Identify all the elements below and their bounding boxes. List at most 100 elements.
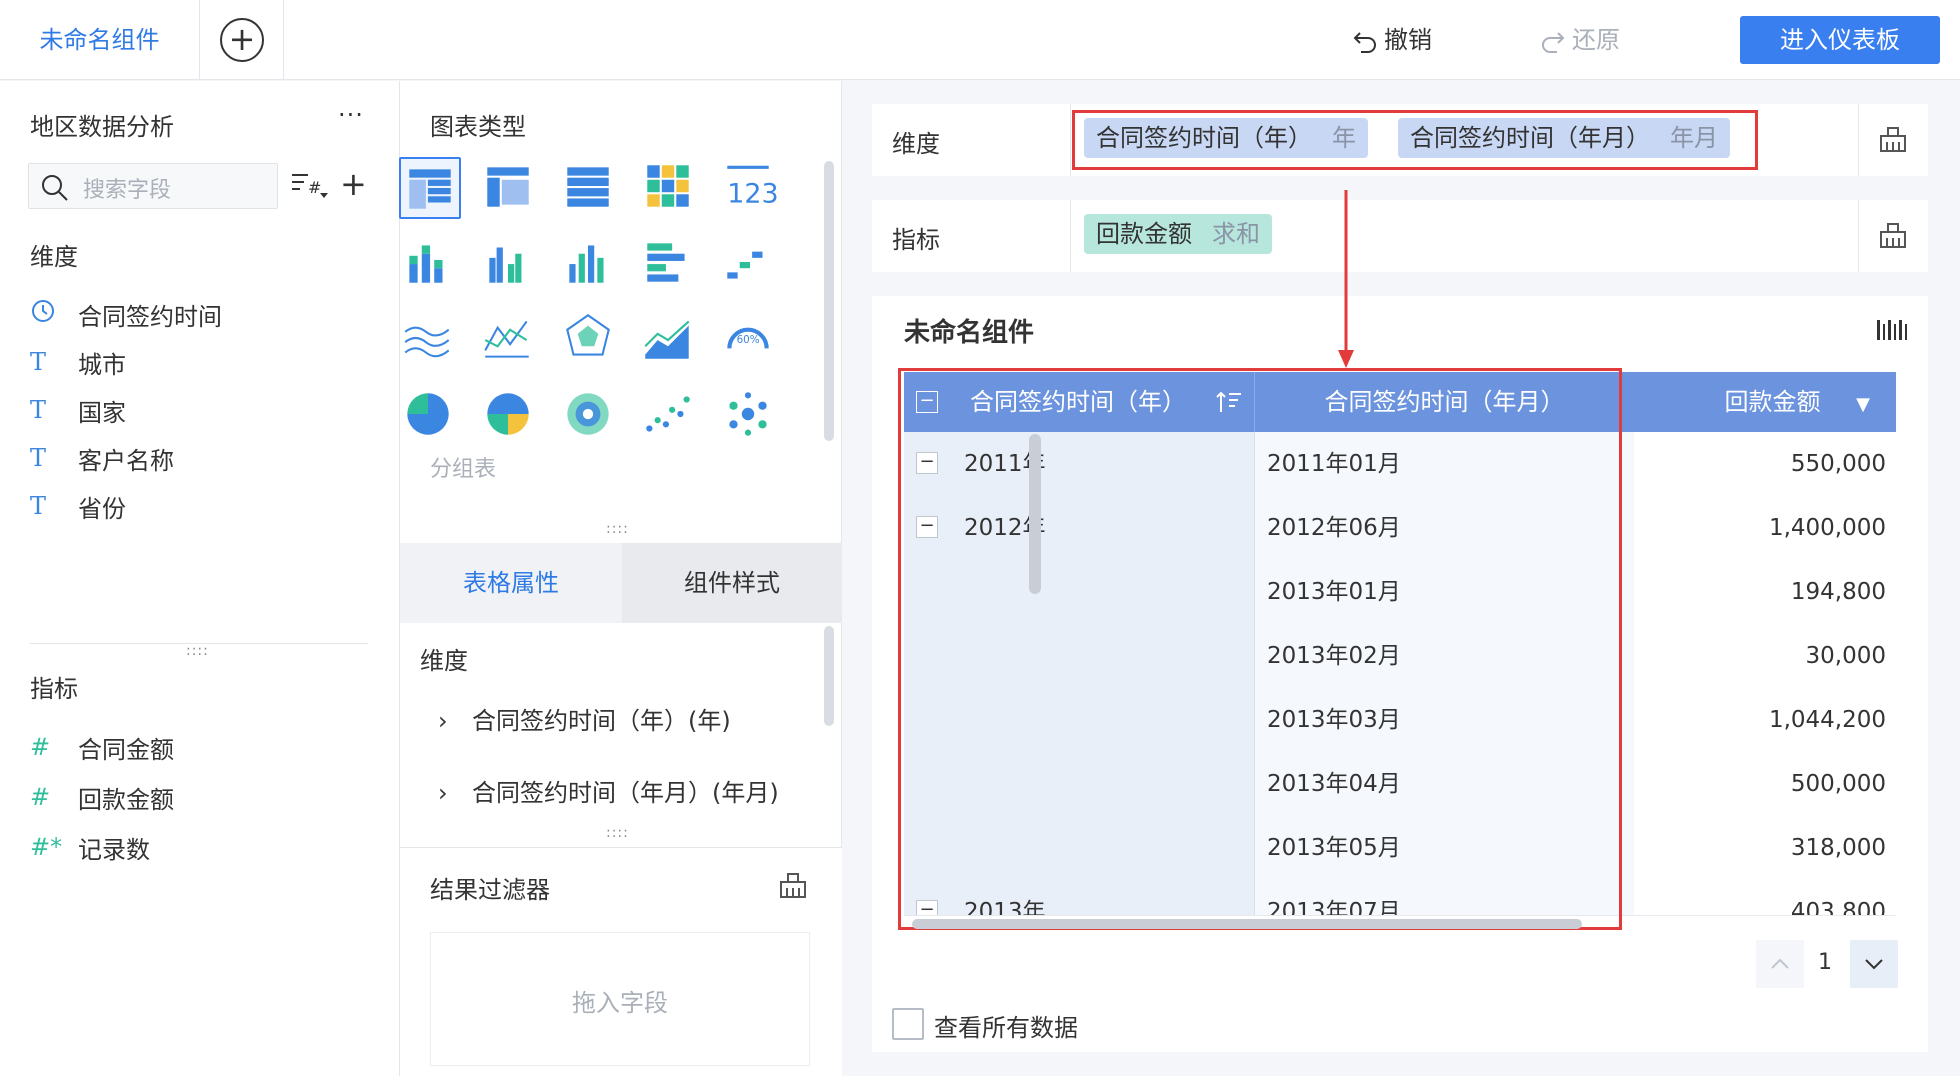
field-panel: 地区数据分析 ··· 搜索字段 # + 维度 合同签约时间 T 城市 T 国家 T客… — [0, 81, 400, 1076]
field-item[interactable]: # 合同金额 — [30, 729, 174, 765]
section-divider — [30, 643, 368, 644]
property-dimension-item[interactable]: › 合同签约时间（年月）(年月) — [438, 773, 779, 808]
chart-type-column-chart[interactable] — [559, 233, 621, 295]
amount-cell: 1,044,200 — [1634, 688, 1896, 752]
enter-dashboard-button[interactable]: 进入仪表板 — [1740, 16, 1940, 64]
amount-cell: 403,800 — [1634, 880, 1896, 915]
chart-type-multi-bar[interactable] — [479, 233, 541, 295]
chart-type-horizontal-bar[interactable] — [639, 233, 701, 295]
chart-type-number-kpi[interactable]: 123 — [719, 157, 781, 219]
shelf-settings-icon[interactable] — [1878, 220, 1908, 250]
plus-circle-icon: + — [220, 18, 264, 62]
redo-icon — [1542, 32, 1565, 53]
panel-resize-grip[interactable]: :::: — [186, 643, 209, 659]
line-chart-icon — [484, 320, 529, 358]
chart-type-gauge[interactable]: 60% — [719, 309, 781, 371]
more-options-icon[interactable]: ··· — [338, 101, 364, 129]
result-filter-section: 结果过滤器 拖入字段 — [400, 847, 842, 1076]
filter-settings-icon[interactable] — [778, 870, 808, 900]
amount-cell: 30,000 — [1634, 624, 1896, 688]
dropdown-triangle-icon[interactable]: ▼ — [1856, 375, 1870, 435]
chart-type-heatmap-grid[interactable] — [639, 157, 701, 219]
amount-cell: 1,400,000 — [1634, 496, 1896, 560]
step-chart-icon — [727, 251, 763, 279]
page-prev-button[interactable] — [1756, 940, 1804, 988]
gauge-icon: 60% — [727, 327, 769, 349]
chart-type-scatter[interactable] — [639, 385, 701, 447]
field-search-input[interactable]: 搜索字段 — [28, 163, 278, 209]
section-resize-grip[interactable]: :::: — [606, 825, 629, 841]
field-item[interactable]: T 省份 — [30, 488, 126, 524]
tab-component-style[interactable]: 组件样式 — [622, 543, 842, 623]
number-kpi-icon: 123 — [727, 165, 779, 210]
heatmap-grid-icon — [647, 165, 689, 207]
show-all-data-label: 查看所有数据 — [934, 1014, 1078, 1042]
chart-type-cross-table[interactable] — [479, 157, 541, 219]
column-header-amount[interactable]: 回款金额 ▼ — [1634, 372, 1896, 432]
chart-type-step-chart[interactable] — [719, 233, 781, 295]
barcode-view-icon[interactable] — [1876, 318, 1908, 342]
section-resize-grip[interactable]: :::: — [606, 521, 629, 537]
property-dimension-item[interactable]: › 合同签约时间（年）(年) — [438, 701, 731, 736]
text-type-icon: T — [30, 396, 47, 424]
property-dimension-label: 维度 — [420, 647, 468, 675]
component-tab[interactable]: 未命名组件 — [0, 0, 200, 80]
chart-type-line-chart[interactable] — [479, 309, 541, 371]
chart-type-stacked-bar[interactable] — [399, 233, 461, 295]
chart-type-scrollbar[interactable] — [824, 161, 834, 441]
page-next-button[interactable] — [1850, 940, 1898, 988]
field-item[interactable]: T 客户名称 — [30, 440, 174, 476]
field-sort-icon[interactable]: # — [290, 171, 330, 201]
field-item[interactable]: T 国家 — [30, 392, 126, 428]
text-type-icon: T — [30, 492, 47, 520]
dimension-shelf-label: 维度 — [892, 130, 940, 158]
add-component-button[interactable]: + — [200, 0, 284, 80]
redo-button[interactable]: 还原 — [1540, 20, 1620, 60]
chart-type-rose-chart[interactable] — [559, 385, 621, 447]
chart-type-radar-chart[interactable] — [559, 309, 621, 371]
chart-config-panel: 图表类型 12360% 分组表 :::: 表格属性 组件样式 维度 › 合同签约时… — [399, 81, 842, 1076]
table-horizontal-scrollbar[interactable] — [912, 919, 1582, 929]
grouped-table-icon — [409, 169, 451, 209]
scatter-icon — [646, 396, 690, 432]
field-item[interactable]: 合同签约时间 — [30, 296, 222, 332]
chart-type-range-area[interactable] — [639, 309, 701, 371]
filter-drop-zone[interactable]: 拖入字段 — [430, 932, 810, 1066]
range-area-icon — [644, 320, 690, 359]
shelf-settings-icon[interactable] — [1878, 124, 1908, 154]
chart-type-area-line[interactable] — [399, 309, 461, 371]
undo-icon — [1353, 32, 1376, 53]
hash-star-icon: #* — [30, 833, 63, 861]
chart-type-multi-pie[interactable] — [479, 385, 541, 447]
undo-button[interactable]: 撤销 — [1352, 20, 1432, 60]
tab-table-properties[interactable]: 表格属性 — [400, 543, 622, 623]
field-item[interactable]: # 回款金额 — [30, 779, 174, 815]
table-vertical-scrollbar[interactable] — [1029, 434, 1041, 594]
bubble-icon — [729, 392, 767, 436]
rose-chart-icon — [567, 393, 609, 435]
chart-type-name: 分组表 — [430, 457, 497, 482]
chart-type-pie-chart[interactable] — [399, 385, 461, 447]
amount-cell: 500,000 — [1634, 752, 1896, 816]
text-type-icon: T — [30, 348, 47, 376]
chart-type-title: 图表类型 — [430, 113, 526, 141]
add-field-icon[interactable]: + — [340, 165, 367, 203]
search-placeholder: 搜索字段 — [83, 178, 172, 203]
chart-type-grouped-table[interactable] — [399, 157, 461, 219]
amount-cell: 550,000 — [1634, 432, 1896, 496]
svg-text:#: # — [308, 178, 321, 197]
pie-chart-icon — [407, 393, 449, 435]
field-item[interactable]: #* 记录数 — [30, 829, 150, 865]
measure-section-label: 指标 — [30, 675, 78, 703]
hash-icon: # — [30, 733, 51, 761]
property-scrollbar[interactable] — [824, 626, 834, 726]
hash-icon: # — [30, 783, 51, 811]
measure-pill[interactable]: 回款金额 求和 — [1084, 214, 1272, 254]
chevron-right-icon: › — [438, 779, 448, 807]
show-all-data-checkbox[interactable] — [892, 1008, 924, 1040]
chart-type-detail-table[interactable] — [559, 157, 621, 219]
field-item[interactable]: T 城市 — [30, 344, 126, 380]
chart-type-bubble[interactable] — [719, 385, 781, 447]
top-bar: 未命名组件 + 撤销 还原 进入仪表板 — [0, 0, 1960, 80]
column-chart-icon — [569, 245, 604, 283]
